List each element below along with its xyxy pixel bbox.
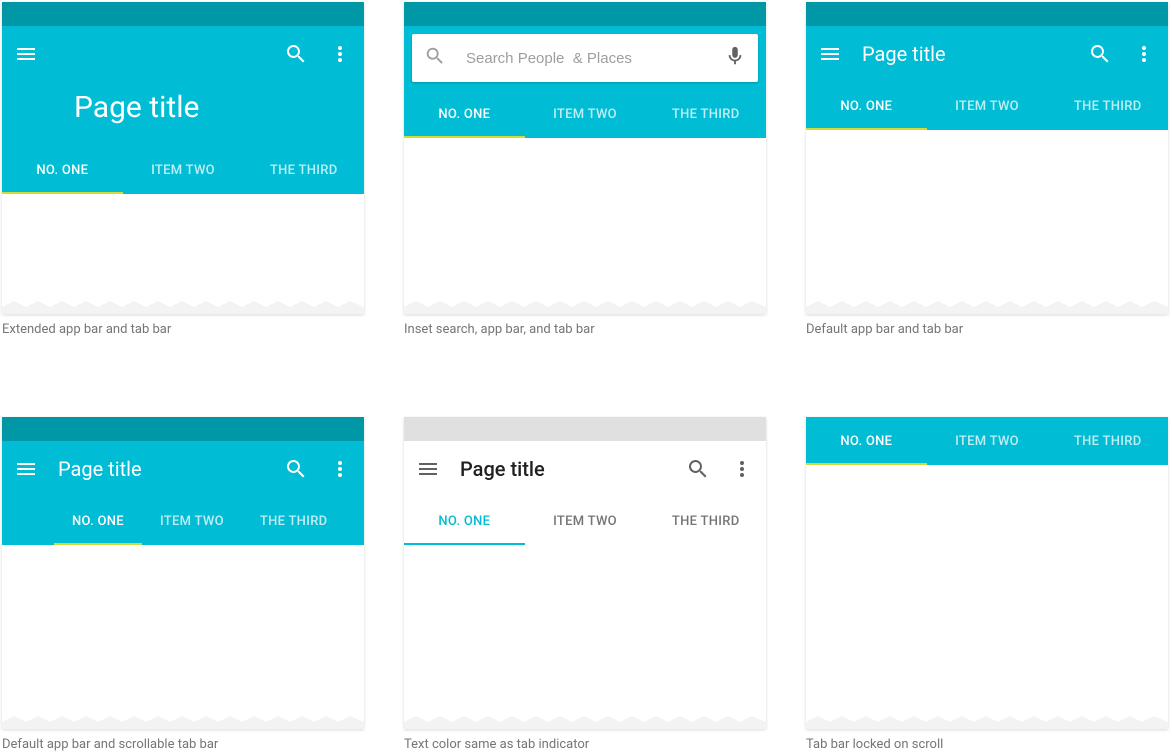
caption: Default app bar and scrollable tab bar <box>2 737 364 752</box>
status-bar <box>404 417 766 441</box>
card-extended-appbar: Page title NO. ONE ITEM TWO THE THIRD <box>2 2 364 314</box>
tab-the-third[interactable]: THE THIRD <box>1047 82 1168 130</box>
search-icon[interactable] <box>1088 42 1112 66</box>
page-title: Page title <box>862 42 946 66</box>
menu-icon[interactable] <box>14 42 38 66</box>
tab-bar: NO. ONE ITEM TWO THE THIRD <box>2 146 364 194</box>
content-area <box>404 545 766 729</box>
content-area <box>806 465 1168 729</box>
menu-icon[interactable] <box>14 457 38 481</box>
app-bar-light: Page title <box>404 441 766 497</box>
search-icon[interactable] <box>284 457 308 481</box>
tab-no-one[interactable]: NO. ONE <box>404 90 525 138</box>
tab-item-two[interactable]: ITEM TWO <box>927 82 1048 130</box>
status-bar <box>806 2 1168 26</box>
tab-item-two[interactable]: ITEM TWO <box>525 90 646 138</box>
card-locked-tabs: NO. ONE ITEM TWO THE THIRD <box>806 417 1168 729</box>
status-bar <box>2 2 364 26</box>
tab-the-third[interactable]: THE THIRD <box>1047 417 1168 465</box>
card-scrollable-tabs: Page title NO. ONE ITEM TWO THE THIRD <box>2 417 364 729</box>
card-default-appbar: Page title NO. ONE ITEM TWO THE THIRD <box>806 2 1168 314</box>
tab-bar: NO. ONE ITEM TWO THE THIRD <box>404 90 766 138</box>
caption: Text color same as tab indicator <box>404 737 766 752</box>
tab-item-two[interactable]: ITEM TWO <box>142 497 242 545</box>
torn-edge-icon <box>404 301 766 314</box>
app-bar-extended: Page title <box>2 26 364 146</box>
tab-bar: NO. ONE ITEM TWO THE THIRD <box>806 82 1168 130</box>
tab-no-one[interactable]: NO. ONE <box>806 82 927 130</box>
tab-the-third[interactable]: THE THIRD <box>645 497 766 545</box>
caption: Tab bar locked on scroll <box>806 737 1168 752</box>
tab-item-two[interactable]: ITEM TWO <box>525 497 646 545</box>
menu-icon[interactable] <box>416 457 440 481</box>
mic-icon[interactable] <box>724 45 746 71</box>
search-input[interactable] <box>466 50 704 67</box>
menu-icon[interactable] <box>818 42 842 66</box>
tab-no-one[interactable]: NO. ONE <box>2 146 123 194</box>
tab-bar-locked: NO. ONE ITEM TWO THE THIRD <box>806 417 1168 465</box>
status-bar <box>2 417 364 441</box>
content-area <box>2 545 364 729</box>
app-bar: Page title <box>2 441 364 497</box>
torn-edge-icon <box>806 301 1168 314</box>
content-area <box>806 130 1168 314</box>
content-area <box>2 194 364 314</box>
caption: Default app bar and tab bar <box>806 322 1168 337</box>
caption: Extended app bar and tab bar <box>2 322 364 337</box>
search-icon[interactable] <box>284 42 308 66</box>
content-area <box>404 138 766 314</box>
search-app-bar <box>404 26 766 90</box>
search-icon[interactable] <box>686 457 710 481</box>
page-title: Page title <box>460 457 545 481</box>
page-title: Page title <box>74 90 199 125</box>
page-title: Page title <box>58 457 142 481</box>
tab-item-two[interactable]: ITEM TWO <box>123 146 244 194</box>
caption: Inset search, app bar, and tab bar <box>404 322 766 337</box>
tab-no-one[interactable]: NO. ONE <box>806 417 927 465</box>
app-bar: Page title <box>806 26 1168 82</box>
more-vert-icon[interactable] <box>730 457 754 481</box>
more-vert-icon[interactable] <box>328 42 352 66</box>
search-box[interactable] <box>412 34 758 82</box>
card-inset-search: NO. ONE ITEM TWO THE THIRD <box>404 2 766 314</box>
torn-edge-icon <box>806 716 1168 729</box>
tab-the-third[interactable]: THE THIRD <box>243 146 364 194</box>
status-bar <box>404 2 766 26</box>
tab-the-third[interactable]: THE THIRD <box>242 497 346 545</box>
tab-bar-light: NO. ONE ITEM TWO THE THIRD <box>404 497 766 545</box>
torn-edge-icon <box>2 301 364 314</box>
torn-edge-icon <box>404 716 766 729</box>
tab-the-third[interactable]: THE THIRD <box>645 90 766 138</box>
tab-no-one[interactable]: NO. ONE <box>54 497 142 545</box>
search-icon <box>424 45 446 71</box>
tab-no-one[interactable]: NO. ONE <box>404 497 525 545</box>
tab-item-two[interactable]: ITEM TWO <box>927 417 1048 465</box>
card-text-indicator: Page title NO. ONE ITEM TWO THE THIRD <box>404 417 766 729</box>
more-vert-icon[interactable] <box>328 457 352 481</box>
tab-bar-scrollable[interactable]: NO. ONE ITEM TWO THE THIRD <box>2 497 364 545</box>
torn-edge-icon <box>2 716 364 729</box>
more-vert-icon[interactable] <box>1132 42 1156 66</box>
